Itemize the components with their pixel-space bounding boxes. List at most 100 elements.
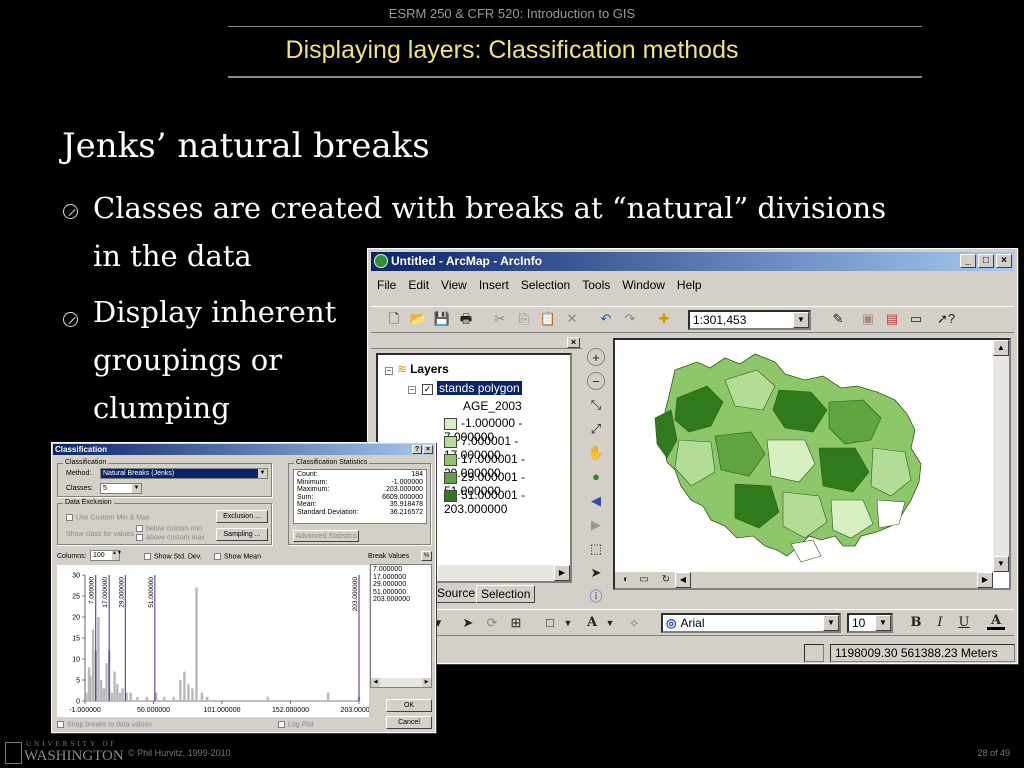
checkbox[interactable] — [278, 721, 285, 728]
chevron-down-icon[interactable]: ▼ — [258, 469, 267, 478]
paste-icon[interactable]: 📋 — [539, 310, 557, 328]
arccatalog-icon[interactable]: ▣ — [859, 310, 877, 328]
menu-view[interactable]: View — [435, 275, 473, 295]
pan-icon[interactable]: ✋ — [587, 444, 605, 462]
sampling-button[interactable]: Sampling ... — [216, 528, 268, 541]
fixed-zoom-out-icon[interactable]: ⤢ — [587, 420, 605, 438]
font-combo[interactable]: ◎ Arial ▼ — [661, 613, 841, 633]
tab-selection[interactable]: Selection — [476, 585, 536, 603]
select-elements-icon[interactable]: ➤ — [459, 614, 477, 632]
break-value[interactable]: 7.000000 — [373, 566, 429, 574]
full-extent-icon[interactable]: ● — [587, 468, 605, 486]
edit-vertices-icon[interactable]: ⟡ — [625, 614, 643, 632]
whats-this-icon[interactable]: ➚? — [937, 310, 955, 328]
layout-view-icon[interactable]: ▭ — [635, 571, 653, 588]
text-tool-icon[interactable]: A — [583, 614, 601, 632]
collapse-icon[interactable]: − — [408, 386, 416, 394]
checkbox[interactable] — [136, 525, 143, 532]
scroll-right-icon[interactable]: ▶ — [554, 565, 570, 581]
show-std-option[interactable]: Show Std. Dev. — [144, 553, 202, 560]
close-button[interactable]: × — [996, 254, 1012, 268]
select-features-icon[interactable]: ⬚ — [587, 540, 605, 558]
minimize-button[interactable]: _ — [960, 254, 976, 268]
refresh-icon[interactable]: ↻ — [657, 571, 675, 588]
scale-combo[interactable]: 1:301,453 ▼ — [688, 310, 811, 330]
dialog-close-button[interactable]: × — [423, 445, 433, 454]
copy-icon[interactable]: ⎘ — [515, 310, 533, 328]
use-custom-option[interactable]: Use Custom Min & Max — [66, 514, 150, 521]
editor-toolbar-icon[interactable]: ✎ — [829, 310, 847, 328]
arcmap-titlebar[interactable]: Untitled - ArcMap - ArcInfo _ □ × — [371, 252, 1014, 271]
zoom-whole-page-icon[interactable]: ⊞ — [507, 614, 525, 632]
zoom-out-icon[interactable]: − — [587, 372, 605, 390]
font-color-icon[interactable]: A — [987, 612, 1005, 630]
classes-select[interactable]: 5 ▼ — [100, 483, 142, 494]
checkbox[interactable] — [144, 553, 151, 560]
data-view-icon[interactable]: ◐ — [617, 571, 635, 588]
delete-icon[interactable]: ✕ — [563, 310, 581, 328]
new-icon[interactable]: 🗋 — [385, 310, 403, 328]
break-values-list[interactable]: 7.000000 17.000000 29.000000 51.000000 2… — [370, 564, 432, 688]
menu-window[interactable]: Window — [616, 275, 671, 295]
scroll-right-icon[interactable]: ▶ — [422, 678, 431, 687]
checkbox[interactable] — [136, 534, 143, 541]
identify-icon[interactable]: ⓘ — [587, 588, 605, 606]
fixed-zoom-in-icon[interactable]: ⤡ — [587, 396, 605, 414]
menu-selection[interactable]: Selection — [515, 275, 576, 295]
below-min-option[interactable]: below custom min — [136, 525, 202, 532]
chevron-down-icon[interactable]: ▼ — [793, 312, 809, 328]
select-elements-icon[interactable]: ➤ — [587, 564, 605, 582]
map-vscrollbar[interactable]: ▲ ▼ — [993, 340, 1009, 572]
menu-help[interactable]: Help — [671, 275, 708, 295]
menu-edit[interactable]: Edit — [402, 275, 435, 295]
next-extent-icon[interactable]: ▶ — [587, 516, 605, 534]
maximize-button[interactable]: □ — [978, 254, 994, 268]
redo-icon[interactable]: ↷ — [621, 310, 639, 328]
layer-visibility-checkbox[interactable]: ✓ — [422, 384, 433, 395]
dialog-titlebar[interactable]: Classification ? × — [53, 444, 434, 455]
scroll-right-icon[interactable]: ▶ — [977, 572, 993, 588]
add-data-icon[interactable]: ✚ — [655, 310, 673, 328]
chevron-down-icon[interactable]: ▼ — [875, 615, 891, 631]
save-icon[interactable]: 💾 — [433, 310, 451, 328]
exclusion-button[interactable]: Exclusion ... — [216, 510, 268, 523]
columns-spinner[interactable]: 100 ▲▼ — [90, 550, 122, 561]
chevron-down-icon[interactable]: ▼ — [132, 484, 141, 493]
checkbox[interactable] — [57, 721, 64, 728]
snap-breaks-option[interactable]: Snap breaks to data values — [57, 721, 152, 728]
map-view[interactable]: ▲ ▼ ◐ ▭ ↻ ◀ ▶ — [613, 338, 1011, 590]
sort-icon[interactable]: % — [421, 551, 432, 561]
toc-root[interactable]: − ≋ Layers — [385, 362, 449, 376]
previous-extent-icon[interactable]: ◀ — [587, 492, 605, 510]
method-select[interactable]: Natural Breaks (Jenks) ▼ — [100, 468, 268, 479]
checkbox[interactable] — [214, 553, 221, 560]
print-icon[interactable]: 🖶 — [457, 310, 475, 328]
spinner-arrows-icon[interactable]: ▲▼ — [112, 551, 122, 560]
rectangle-icon[interactable]: □ — [541, 614, 559, 632]
open-icon[interactable]: 📂 — [409, 310, 427, 328]
zoom-in-icon[interactable]: + — [587, 348, 605, 366]
break-list-hscrollbar[interactable]: ◀ ▶ — [371, 678, 431, 687]
cut-icon[interactable]: ✂ — [491, 310, 509, 328]
toc-layer[interactable]: − ✓ stands polygon — [408, 381, 522, 395]
chevron-down-icon[interactable]: ▼ — [559, 614, 577, 632]
scroll-left-icon[interactable]: ◀ — [371, 678, 380, 687]
arctoolbox-icon[interactable]: ▤ — [883, 310, 901, 328]
rotate-icon[interactable]: ⟳ — [483, 614, 501, 632]
log-plot-option[interactable]: Log Plot — [278, 721, 314, 728]
italic-button[interactable]: I — [931, 614, 949, 632]
command-line-icon[interactable]: ▭ — [907, 310, 925, 328]
break-value[interactable]: 203.000000 — [373, 596, 429, 604]
break-value[interactable]: 17.000000 — [373, 574, 429, 582]
font-size-combo[interactable]: 10 ▼ — [847, 613, 893, 633]
scroll-down-icon[interactable]: ▼ — [993, 556, 1009, 572]
collapse-icon[interactable]: − — [385, 367, 393, 375]
scroll-left-icon[interactable]: ◀ — [675, 572, 691, 588]
menu-insert[interactable]: Insert — [473, 275, 515, 295]
break-value[interactable]: 29.000000 — [373, 581, 429, 589]
cancel-button[interactable]: Cancel — [386, 716, 432, 729]
help-button[interactable]: ? — [412, 445, 422, 454]
toc-close-button[interactable]: × — [567, 337, 580, 348]
bold-button[interactable]: B — [907, 614, 925, 632]
menu-tools[interactable]: Tools — [576, 275, 616, 295]
